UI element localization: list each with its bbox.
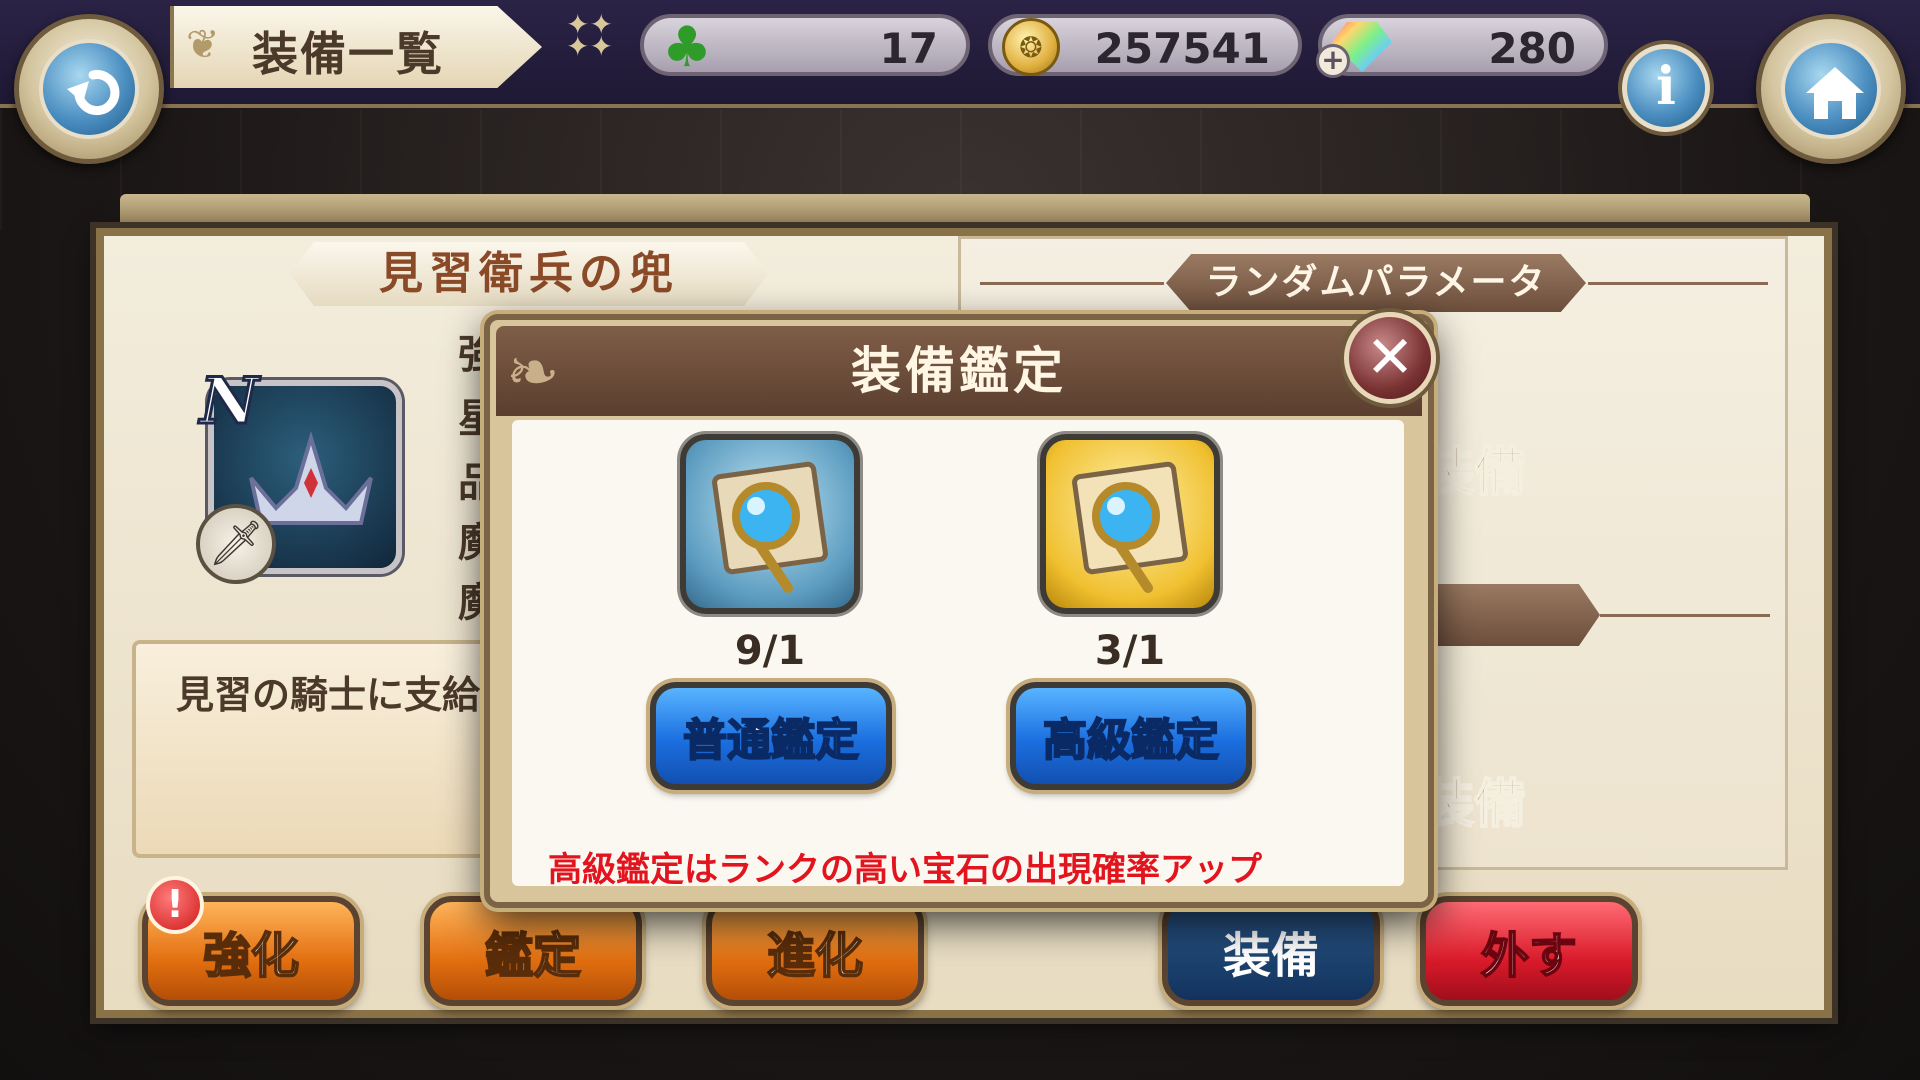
- close-button[interactable]: ✕: [1344, 312, 1436, 404]
- gold-counter: ❂ 257541: [988, 14, 1302, 76]
- clover-counter: ♣ 17: [640, 14, 970, 80]
- home-button[interactable]: [1756, 14, 1906, 164]
- ornament-curl-icon: ❦: [186, 22, 220, 68]
- gold-count: 257541: [1094, 24, 1270, 73]
- magnifier-scroll-icon: [712, 461, 828, 593]
- appraise-label: 鑑定: [484, 927, 582, 985]
- appraisal-dialog: ❧ 装備鑑定 ✕ 9/1 普通鑑定 3/1 高級鑑定 高級鑑定はランクの高い宝石…: [484, 312, 1436, 908]
- equip-label: 装備: [1222, 928, 1319, 984]
- close-icon: ✕: [1365, 323, 1415, 391]
- dialog-header: ❧ 装備鑑定: [496, 326, 1422, 416]
- appraise-button[interactable]: 鑑定: [424, 896, 642, 1006]
- rarity-badge: N: [199, 363, 260, 441]
- dialog-title: 装備鑑定: [851, 342, 1067, 400]
- back-arrow-icon: [43, 43, 143, 143]
- normal-appraisal-count: 9/1: [734, 628, 806, 674]
- unequip-button[interactable]: 外す: [1420, 896, 1638, 1006]
- random-parameter-header: ランダムパラメータ: [1166, 254, 1586, 312]
- clover-icon: ♣: [661, 14, 713, 80]
- random-parameter-slot-label: 装備: [1421, 442, 1527, 504]
- item-name: 見習衛兵の兜: [379, 248, 679, 299]
- premium-appraisal-label: 高級鑑定: [1042, 714, 1220, 767]
- random-parameter-title: ランダムパラメータ: [1205, 262, 1547, 303]
- sword-type-icon: 🗡: [196, 504, 276, 584]
- item-name-plate: 見習衛兵の兜: [290, 242, 768, 306]
- clover-count: 17: [879, 24, 938, 73]
- unequip-label: 外す: [1480, 927, 1578, 985]
- evolve-label: 進化: [766, 927, 864, 985]
- back-button[interactable]: [14, 14, 164, 164]
- normal-appraisal-item: [680, 434, 860, 614]
- evolve-button[interactable]: 進化: [706, 896, 924, 1006]
- gem-counter[interactable]: 280: [1318, 14, 1608, 76]
- gem-count: 280: [1488, 24, 1576, 73]
- gold-coin-icon: ❂: [1002, 18, 1060, 76]
- home-icon: [1785, 43, 1885, 143]
- premium-appraisal-button[interactable]: 高級鑑定: [1010, 682, 1252, 790]
- item-description: 見習の騎士に支給: [176, 673, 481, 717]
- appraisal-note: 高級鑑定はランクの高い宝石の出現確率アップ: [548, 850, 1262, 890]
- random-parameter-slot-label: 装備: [1421, 774, 1527, 836]
- magnifier-scroll-icon: [1072, 461, 1188, 593]
- divider: [980, 282, 1164, 285]
- premium-appraisal-item: [1040, 434, 1220, 614]
- screen-title: 装備一覧: [252, 27, 444, 81]
- enhance-label: 強化: [202, 927, 300, 985]
- add-gem-button[interactable]: +: [1316, 44, 1350, 78]
- normal-appraisal-button[interactable]: 普通鑑定: [650, 682, 892, 790]
- item-description-box: 見習の騎士に支給: [132, 640, 512, 858]
- info-icon: i: [1656, 56, 1676, 117]
- dialog-body: 9/1 普通鑑定 3/1 高級鑑定 高級鑑定はランクの高い宝石の出現確率アップ: [512, 420, 1404, 890]
- normal-appraisal-label: 普通鑑定: [682, 714, 860, 767]
- screen-title-tab: ❦ 装備一覧: [170, 6, 542, 88]
- divider: [1600, 614, 1770, 617]
- premium-appraisal-count: 3/1: [1094, 628, 1166, 674]
- sparkle-ornament-icon: ✦✦ ✦✦: [566, 8, 613, 63]
- info-button[interactable]: i: [1622, 44, 1710, 132]
- equip-button[interactable]: 装備: [1162, 896, 1380, 1006]
- random-parameter-band: [1424, 584, 1600, 646]
- divider: [1588, 282, 1768, 285]
- enhance-alert-icon: !: [146, 876, 204, 934]
